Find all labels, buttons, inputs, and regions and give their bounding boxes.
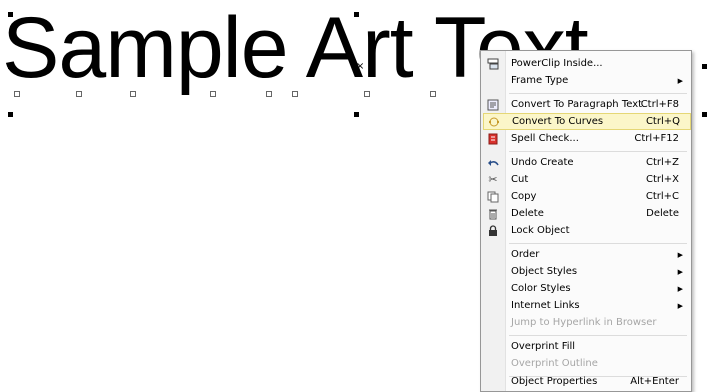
text-node[interactable] — [266, 91, 272, 97]
menu-item-powerclip-inside[interactable]: PowerClip Inside... — [483, 55, 689, 72]
menu-item-label: Undo Create — [511, 157, 574, 168]
menu-item-shortcut: Ctrl+C — [645, 191, 679, 202]
menu-item-label: Internet Links — [511, 300, 580, 311]
menu-item-cut[interactable]: ✂ Cut Ctrl+X — [483, 171, 689, 188]
menu-item-label: Copy — [511, 191, 537, 202]
menu-item-label: Jump to Hyperlink in Browser — [511, 317, 657, 328]
text-node[interactable] — [130, 91, 136, 97]
menu-item-object-styles[interactable]: Object Styles ▶ — [483, 263, 689, 280]
text-node[interactable] — [210, 91, 216, 97]
submenu-arrow-icon: ▶ — [677, 76, 683, 85]
menu-item-label: Order — [511, 249, 540, 260]
menu-item-label: Convert To Curves — [512, 116, 604, 127]
selection-handle-br[interactable] — [702, 112, 707, 117]
undo-icon — [483, 154, 503, 171]
submenu-arrow-icon: ▶ — [677, 250, 683, 259]
curves-icon — [484, 113, 504, 130]
menu-item-shortcut: Ctrl+F12 — [634, 133, 679, 144]
text-node[interactable] — [364, 91, 370, 97]
selection-handle-tl[interactable] — [8, 12, 13, 17]
menu-item-copy[interactable]: Copy Ctrl+C — [483, 188, 689, 205]
menu-item-label: Overprint Fill — [511, 341, 576, 352]
menu-item-overprint-fill[interactable]: Overprint Fill — [483, 338, 689, 355]
menu-item-jump-to-hyperlink[interactable]: Jump to Hyperlink in Browser — [483, 314, 689, 331]
menu-item-label: Overprint Outline — [511, 358, 598, 369]
menu-item-convert-to-curves[interactable]: Convert To Curves Ctrl+Q — [483, 113, 691, 130]
menu-item-label: Color Styles — [511, 283, 571, 294]
powerclip-icon — [483, 55, 503, 72]
scissors-icon: ✂ — [488, 173, 498, 186]
menu-item-label: Spell Check... — [511, 133, 579, 144]
menu-item-object-properties[interactable]: Object Properties Alt+Enter — [483, 373, 689, 390]
paragraph-text-icon — [483, 96, 503, 113]
selection-handle-bl[interactable] — [8, 112, 13, 117]
menu-item-overprint-outline[interactable]: Overprint Outline — [483, 355, 689, 372]
menu-item-color-styles[interactable]: Color Styles ▶ — [483, 280, 689, 297]
menu-separator — [509, 243, 687, 244]
menu-item-shortcut: Ctrl+Z — [645, 157, 679, 168]
selection-handle-mr[interactable] — [702, 64, 707, 69]
menu-item-internet-links[interactable]: Internet Links ▶ — [483, 297, 689, 314]
menu-item-label: Lock Object — [511, 225, 570, 236]
selection-handle-ml[interactable] — [8, 64, 13, 69]
menu-separator — [509, 335, 687, 336]
text-node[interactable] — [14, 91, 20, 97]
menu-separator — [509, 151, 687, 152]
trash-icon — [483, 205, 503, 222]
copy-icon — [483, 188, 503, 205]
spell-check-icon — [483, 130, 503, 147]
menu-item-label: Cut — [511, 174, 529, 185]
menu-item-shortcut: Ctrl+F8 — [640, 99, 679, 110]
text-node[interactable] — [292, 91, 298, 97]
text-node[interactable] — [76, 91, 82, 97]
menu-item-shortcut: Delete — [646, 208, 679, 219]
menu-item-label: PowerClip Inside... — [511, 58, 603, 69]
menu-item-shortcut: Ctrl+Q — [645, 116, 680, 127]
submenu-arrow-icon: ▶ — [677, 301, 683, 310]
selection-handle-tm[interactable] — [354, 12, 359, 17]
menu-item-frame-type[interactable]: Frame Type ▶ — [483, 72, 689, 89]
menu-item-label: Object Properties — [511, 376, 598, 387]
submenu-arrow-icon: ▶ — [677, 284, 683, 293]
menu-item-spell-check[interactable]: Spell Check... Ctrl+F12 — [483, 130, 689, 147]
menu-separator — [509, 93, 687, 94]
menu-item-order[interactable]: Order ▶ — [483, 246, 689, 263]
selection-handle-bm[interactable] — [354, 112, 359, 117]
menu-item-label: Convert To Paragraph Text — [511, 99, 643, 110]
menu-item-convert-to-paragraph-text[interactable]: Convert To Paragraph Text Ctrl+F8 — [483, 96, 689, 113]
lock-icon — [483, 222, 503, 239]
text-node[interactable] — [430, 91, 436, 97]
menu-item-delete[interactable]: Delete Delete — [483, 205, 689, 222]
menu-item-lock-object[interactable]: Lock Object — [483, 222, 689, 239]
menu-item-undo-create[interactable]: Undo Create Ctrl+Z — [483, 154, 689, 171]
menu-item-shortcut: Ctrl+X — [645, 174, 679, 185]
menu-item-label: Delete — [511, 208, 544, 219]
menu-item-label: Object Styles — [511, 266, 578, 277]
context-menu: PowerClip Inside... Frame Type ▶ Convert… — [480, 50, 692, 392]
submenu-arrow-icon: ▶ — [677, 267, 683, 276]
rotation-center-mark[interactable]: × — [356, 62, 364, 72]
menu-item-label: Frame Type — [511, 75, 569, 86]
menu-item-shortcut: Alt+Enter — [630, 376, 679, 387]
